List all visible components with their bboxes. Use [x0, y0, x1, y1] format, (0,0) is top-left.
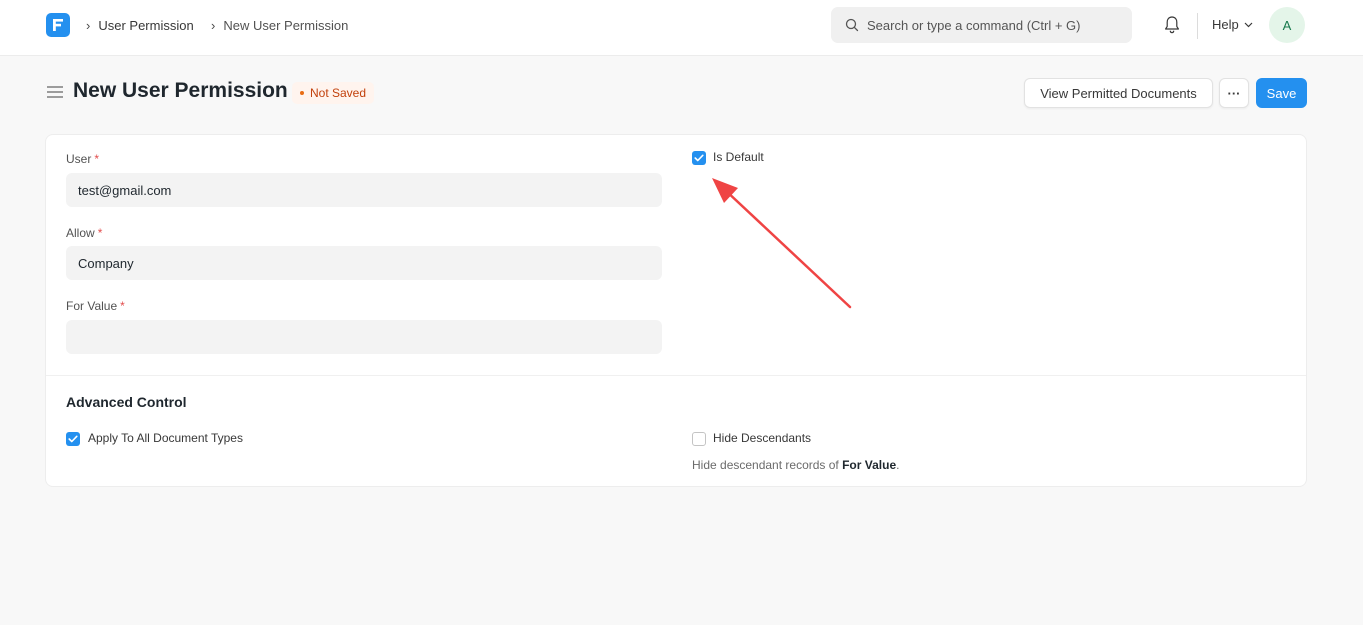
- top-navbar: › User Permission › New User Permission …: [0, 0, 1363, 56]
- required-marker: *: [97, 226, 103, 240]
- is-default-checkbox[interactable]: [692, 151, 706, 165]
- hide-descendants-description: Hide descendant records of For Value.: [692, 458, 900, 472]
- view-permitted-documents-button[interactable]: View Permitted Documents: [1024, 78, 1213, 108]
- user-field-label: User *: [66, 152, 100, 166]
- required-marker: *: [94, 152, 100, 166]
- breadcrumb-item-user-permission[interactable]: › User Permission: [86, 16, 194, 34]
- apply-to-all-document-types-checkbox[interactable]: [66, 432, 80, 446]
- save-button[interactable]: Save: [1256, 78, 1307, 108]
- allow-field-label: Allow *: [66, 226, 103, 240]
- search-bar[interactable]: [831, 7, 1132, 43]
- chevron-right-icon: ›: [211, 17, 216, 33]
- search-icon: [845, 18, 859, 32]
- user-avatar[interactable]: A: [1269, 7, 1305, 43]
- breadcrumb-item-current: › New User Permission: [211, 17, 349, 33]
- hide-descendants-label: Hide Descendants: [713, 431, 812, 445]
- more-actions-button[interactable]: ···: [1219, 78, 1249, 108]
- navbar-divider: [1197, 13, 1198, 39]
- section-divider: [46, 375, 1306, 376]
- user-field[interactable]: test@gmail.com: [66, 173, 662, 207]
- sidebar-toggle-icon[interactable]: [47, 85, 63, 99]
- checkmark-icon: [68, 435, 78, 443]
- chevron-right-icon: ›: [86, 17, 91, 33]
- for-value-field-label: For Value *: [66, 299, 125, 313]
- required-marker: *: [120, 299, 125, 313]
- page-title: New User Permission: [73, 79, 288, 102]
- frappe-logo-icon: [53, 19, 63, 31]
- checkmark-icon: [694, 154, 704, 162]
- status-dot-icon: [300, 91, 304, 95]
- help-dropdown[interactable]: Help: [1212, 17, 1253, 32]
- allow-field[interactable]: Company: [66, 246, 662, 280]
- search-input[interactable]: [867, 17, 1127, 33]
- notification-bell-icon[interactable]: [1163, 15, 1181, 35]
- app-logo[interactable]: [46, 13, 70, 37]
- for-value-field[interactable]: [66, 320, 662, 354]
- status-badge: Not Saved: [292, 82, 375, 104]
- apply-to-all-label: Apply To All Document Types: [88, 431, 243, 445]
- hide-descendants-checkbox[interactable]: [692, 432, 706, 446]
- chevron-down-icon: [1244, 22, 1253, 27]
- advanced-control-heading: Advanced Control: [66, 394, 187, 410]
- form-card: User * test@gmail.com Allow * Company For …: [45, 134, 1307, 487]
- is-default-label: Is Default: [713, 150, 764, 164]
